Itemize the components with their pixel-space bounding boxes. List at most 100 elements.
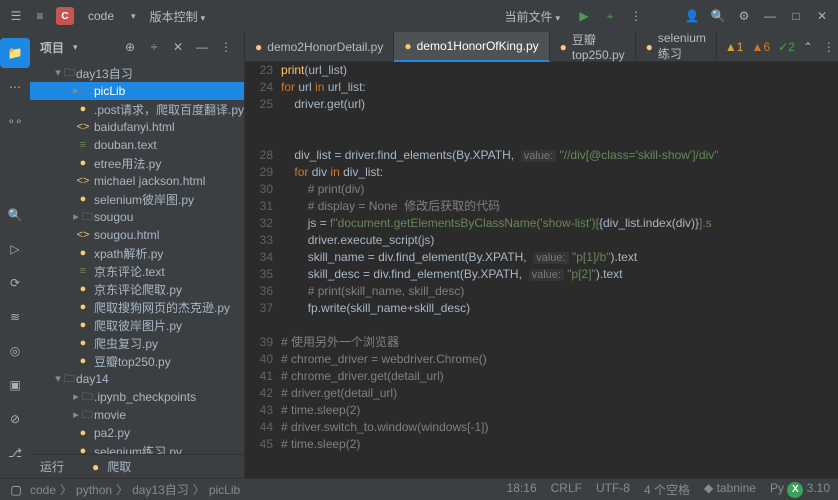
tree-item[interactable]: ●爬虫复习.py — [30, 334, 244, 352]
ok-badge[interactable]: ✓2 — [778, 40, 795, 54]
code-line[interactable]: print(url_list) — [281, 62, 838, 79]
code-line[interactable]: # 使用另外一个浏览器 — [281, 334, 838, 351]
minimize-icon[interactable]: — — [762, 8, 778, 24]
code-line[interactable]: # driver.switch_to.window(windows[-1]) — [281, 419, 838, 436]
tree-item[interactable]: <>baidufanyi.html — [30, 118, 244, 136]
code-line[interactable]: driver.get(url) — [281, 96, 838, 113]
tab-label: selenium练习 — [658, 32, 706, 62]
tree-item[interactable]: ▾ 🗀day14 — [30, 370, 244, 388]
person-add-icon[interactable]: 👤 — [684, 8, 700, 24]
code-line[interactable]: for url in url_list: — [281, 79, 838, 96]
problems-icon[interactable]: ⊘ — [0, 404, 30, 434]
code-line[interactable]: js = f"document.getElementsByClassName('… — [281, 215, 838, 232]
project-logo[interactable]: C — [56, 7, 74, 25]
tabnine[interactable]: ◆ tabnine — [704, 481, 756, 498]
more-icon[interactable]: ⋮ — [628, 8, 644, 24]
python-icon: ● — [404, 39, 411, 53]
editor-tab[interactable]: ●demo2HonorDetail.py — [245, 32, 394, 62]
code-line[interactable]: # chrome_driver = webdriver.Chrome() — [281, 351, 838, 368]
python-version[interactable]: Py X 3.10 — [770, 481, 830, 498]
tree-item[interactable]: ▸ 🗀picLib — [30, 82, 244, 100]
tree-item[interactable]: <>sougou.html — [30, 226, 244, 244]
code-line[interactable]: div_list = driver.find_elements(By.XPATH… — [281, 147, 838, 164]
code-line[interactable]: # time.sleep(2) — [281, 402, 838, 419]
error-badge[interactable]: ▲6 — [751, 40, 770, 54]
code-line[interactable]: skill_name = div.find_element(By.XPATH, … — [281, 249, 838, 266]
box-icon[interactable]: ▢ — [8, 482, 24, 498]
tree-item[interactable]: ≡京东评论.text — [30, 262, 244, 280]
tree-item[interactable]: <>michael jackson.html — [30, 172, 244, 190]
editor-tab[interactable]: ●selenium练习 — [636, 32, 717, 62]
warning-badge[interactable]: ▲1 — [725, 40, 744, 54]
tree-item[interactable]: ●.post请求，爬取百度翻译.py — [30, 100, 244, 118]
run-config[interactable]: 当前文件▾ — [498, 8, 566, 25]
tree-item[interactable]: ●豆瓣top250.py — [30, 352, 244, 370]
debug-icon[interactable]: ⌖ — [602, 8, 618, 24]
editor-tab[interactable]: ●豆瓣top250.py — [550, 32, 636, 62]
line-ending[interactable]: CRLF — [551, 481, 582, 498]
terminal-icon[interactable]: ▣ — [0, 370, 30, 400]
git-icon[interactable]: ⎇ — [0, 438, 30, 468]
tree-item[interactable]: ▸ 🗀movie — [30, 406, 244, 424]
code-line[interactable]: # display = None 修改后获取的代码 — [281, 198, 838, 215]
tree-item[interactable]: ●pa2.py — [30, 424, 244, 442]
dots-icon[interactable]: ∘∘ — [0, 106, 30, 136]
run-target[interactable]: 爬取 — [107, 458, 131, 475]
more-sidebar-icon[interactable]: ⋮ — [218, 39, 234, 55]
structure-icon[interactable]: ⋯ — [0, 72, 30, 102]
tree-item[interactable]: ●selenium练习.py — [30, 442, 244, 454]
code-line[interactable]: # chrome_driver.get(detail_url) — [281, 368, 838, 385]
run-tool-icon[interactable]: ▷ — [0, 234, 30, 264]
hide-icon[interactable]: — — [194, 39, 210, 55]
chevron-down-icon[interactable]: ▾ — [73, 42, 78, 53]
folder-icon[interactable]: 📁 — [0, 38, 30, 68]
code-line[interactable] — [281, 317, 838, 334]
tree-item[interactable]: ▸ 🗀sougou — [30, 208, 244, 226]
hamburger-icon[interactable]: ≡ — [32, 8, 48, 24]
tree-item[interactable]: ●京东评论爬取.py — [30, 280, 244, 298]
debug-tool-icon[interactable]: ⟳ — [0, 268, 30, 298]
indent[interactable]: 4 个空格 — [644, 481, 690, 498]
code-line[interactable]: skill_desc = div.find_element(By.XPATH, … — [281, 266, 838, 283]
run-icon[interactable]: ▶ — [576, 8, 592, 24]
code-line[interactable]: driver.execute_script(js) — [281, 232, 838, 249]
code-line[interactable] — [281, 113, 838, 130]
tree-item[interactable]: ●xpath解析.py — [30, 244, 244, 262]
vcs-menu[interactable]: 版本控制▾ — [144, 8, 212, 25]
tree-item-label: movie — [94, 408, 126, 422]
code-line[interactable]: # print(skill_name, skill_desc) — [281, 283, 838, 300]
maximize-icon[interactable]: □ — [788, 8, 804, 24]
code-line[interactable]: fp.write(skill_name+skill_desc) — [281, 300, 838, 317]
tree-item[interactable]: ●selenium彼岸图.py — [30, 190, 244, 208]
run-label[interactable]: 运行 — [40, 458, 64, 475]
code-line[interactable] — [281, 130, 838, 147]
tree-item[interactable]: ●etree用法.py — [30, 154, 244, 172]
editor-tab[interactable]: ●demo1HonorOfKing.py — [394, 32, 549, 62]
tree-item[interactable]: ▾ 🗀day13自习 — [30, 64, 244, 82]
code-line[interactable]: # time.sleep(2) — [281, 436, 838, 453]
breadcrumb[interactable]: code 〉 python 〉 day13自习 〉 picLib — [30, 481, 240, 498]
project-name[interactable]: code — [82, 9, 120, 23]
tree-item[interactable]: ▸ 🗀.ipynb_checkpoints — [30, 388, 244, 406]
locate-icon[interactable]: ⊕ — [122, 39, 138, 55]
code-line[interactable]: # driver.get(detail_url) — [281, 385, 838, 402]
close-icon[interactable]: ✕ — [814, 8, 830, 24]
menu-icon[interactable]: ☰ — [8, 8, 24, 24]
cursor-position[interactable]: 18:16 — [507, 481, 537, 498]
code-editor[interactable]: 2324252829303132333435363739404142434445… — [245, 62, 838, 478]
target-icon[interactable]: ◎ — [0, 336, 30, 366]
collapse-icon[interactable]: ÷ — [146, 39, 162, 55]
search-tool-icon[interactable]: 🔍 — [0, 200, 30, 230]
code-line[interactable]: for div in div_list: — [281, 164, 838, 181]
layers-icon[interactable]: ≋ — [0, 302, 30, 332]
tree-item[interactable]: ≡douban.text — [30, 136, 244, 154]
close-sidebar-icon[interactable]: ✕ — [170, 39, 186, 55]
gear-icon[interactable]: ⚙ — [736, 8, 752, 24]
tree-item[interactable]: ●爬取搜狗网页的杰克逊.py — [30, 298, 244, 316]
tree-item[interactable]: ●爬取彼岸图片.py — [30, 316, 244, 334]
search-icon[interactable]: 🔍 — [710, 8, 726, 24]
code-line[interactable]: # print(div) — [281, 181, 838, 198]
tab-more-icon[interactable]: ⋮ — [821, 39, 837, 55]
encoding[interactable]: UTF-8 — [596, 481, 630, 498]
chevron-up-down-icon[interactable]: ⌃ — [803, 40, 813, 54]
